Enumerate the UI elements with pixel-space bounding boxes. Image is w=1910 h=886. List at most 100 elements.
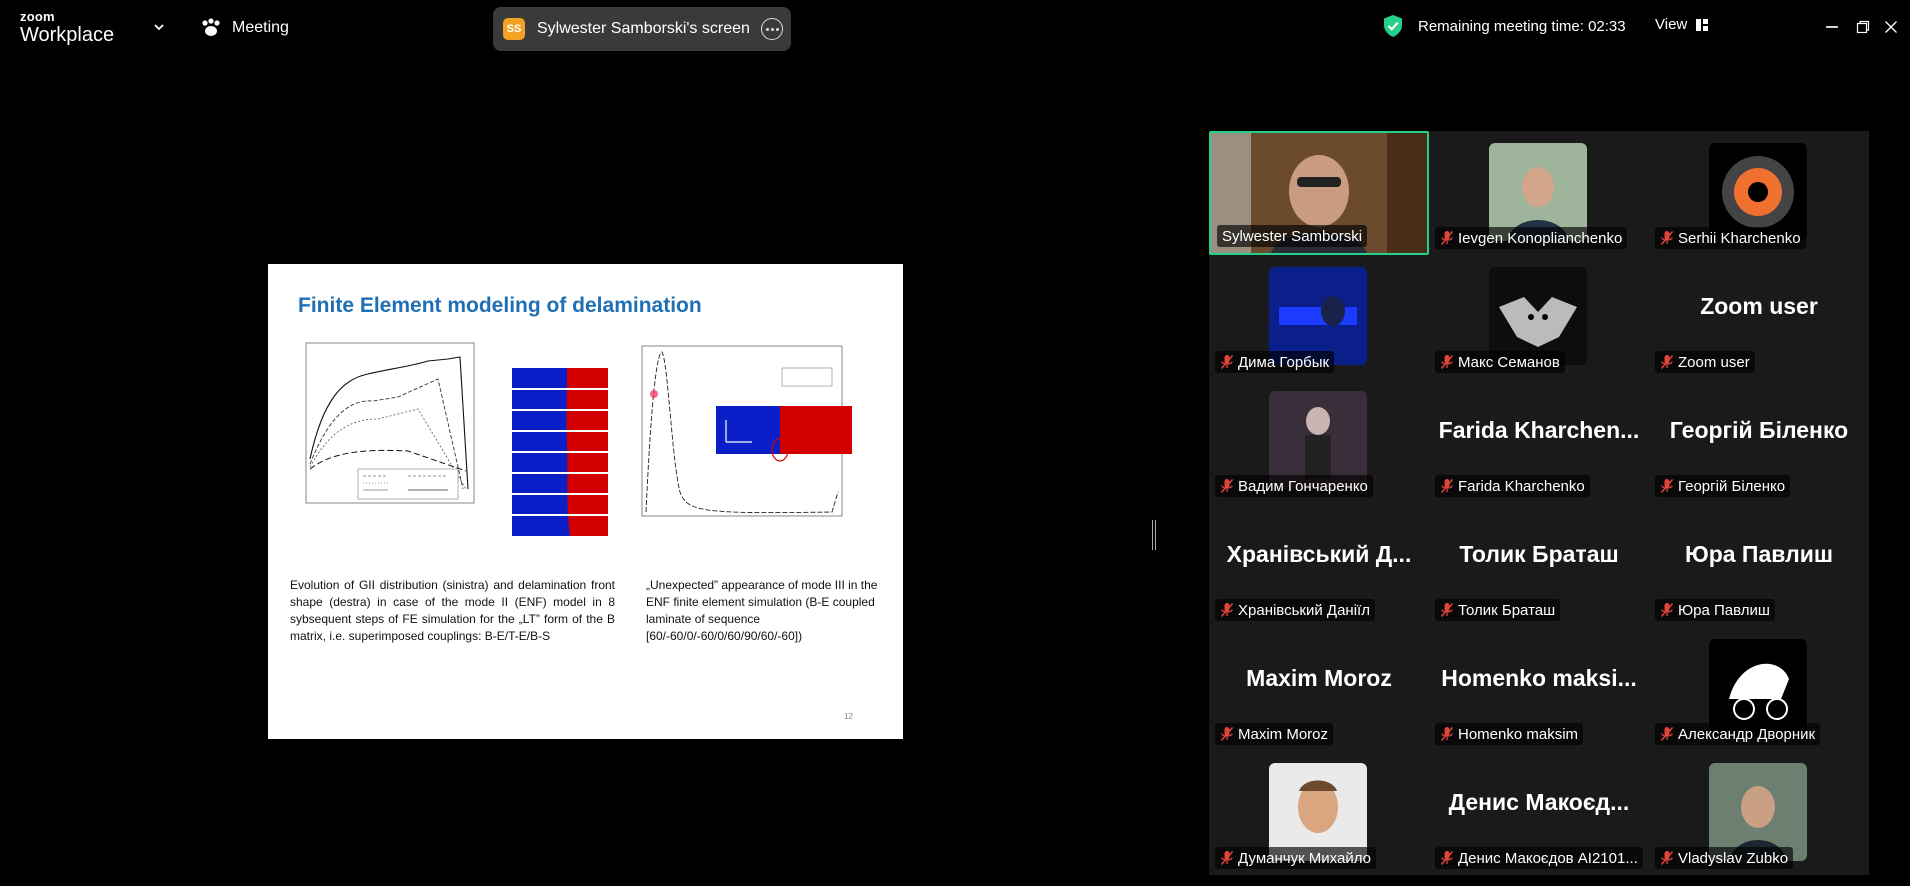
participant-tile[interactable]: Sylwester Samborski bbox=[1209, 131, 1429, 255]
mic-muted-icon bbox=[1220, 355, 1234, 369]
mic-muted-icon bbox=[1660, 603, 1674, 617]
participant-tile[interactable]: Vladyslav Zubko bbox=[1649, 751, 1869, 875]
sharer-avatar: SS bbox=[503, 18, 525, 40]
participant-tile[interactable]: Homenko maksi... Homenko maksim bbox=[1429, 627, 1649, 751]
mic-muted-icon bbox=[1660, 355, 1674, 369]
participant-name: Ievgen Konoplianchenko bbox=[1458, 229, 1623, 247]
participant-display-name: Zoom user bbox=[1700, 293, 1818, 319]
participant-name-label: Homenko maksim bbox=[1435, 723, 1584, 745]
participant-tile[interactable]: Макс Семанов bbox=[1429, 255, 1649, 379]
participant-name-label: Юра Павлиш bbox=[1655, 599, 1775, 621]
mic-muted-icon bbox=[1220, 603, 1234, 617]
participant-name: Farida Kharchenko bbox=[1458, 477, 1585, 495]
participant-display-name: Денис Макоєд... bbox=[1448, 789, 1630, 815]
window-minimize-hit-50[interactable] bbox=[1819, 14, 1845, 40]
participant-name-label: Zoom user bbox=[1655, 351, 1755, 373]
participant-gallery: Sylwester Samborski Ievgen Konoplianchenk… bbox=[1209, 131, 1869, 875]
more-icon[interactable] bbox=[761, 18, 783, 40]
participant-tile[interactable]: Farida Kharchen... Farida Kharchenko bbox=[1429, 379, 1649, 503]
participant-tile[interactable]: Вадим Гончаренко bbox=[1209, 379, 1429, 503]
mic-muted-icon bbox=[1440, 603, 1454, 617]
grid-icon bbox=[1696, 18, 1709, 31]
slide-page-number: 12 bbox=[844, 712, 853, 721]
participant-tile[interactable]: Zoom user Zoom user bbox=[1649, 255, 1869, 379]
mode-iii-plot bbox=[641, 345, 852, 517]
participant-name: Вадим Гончаренко bbox=[1238, 477, 1368, 495]
paw-icon bbox=[202, 18, 220, 36]
participant-tile[interactable]: Serhii Kharchenko bbox=[1649, 131, 1869, 255]
mic-muted-icon bbox=[1220, 479, 1234, 493]
participant-name-label: Serhii Kharchenko bbox=[1655, 227, 1806, 249]
mic-muted-icon bbox=[1440, 851, 1454, 865]
view-button[interactable]: View bbox=[1655, 16, 1709, 33]
screen-share-indicator[interactable]: SS Sylwester Samborski's screen bbox=[493, 7, 791, 51]
participant-name-label: Дима Горбык bbox=[1215, 351, 1335, 373]
participant-name-label: Денис Макоєдов АІ2101... bbox=[1435, 847, 1643, 869]
meeting-menu-button[interactable]: Meeting bbox=[200, 15, 289, 41]
participant-name: Sylwester Samborski bbox=[1222, 227, 1363, 245]
participant-name-label: Maxim Moroz bbox=[1215, 723, 1334, 745]
participant-name-label: Sylwester Samborski bbox=[1217, 225, 1368, 247]
gii-distribution-plot bbox=[305, 342, 475, 504]
meeting-label: Meeting bbox=[232, 19, 289, 36]
mic-muted-icon bbox=[1220, 727, 1234, 741]
participant-tile[interactable]: Толик Браташ Толик Браташ bbox=[1429, 503, 1649, 627]
participant-name: Макс Семанов bbox=[1458, 353, 1560, 371]
chevron-down-icon[interactable] bbox=[152, 20, 166, 34]
participant-tile[interactable]: Георгій Біленко Георгій Біленко bbox=[1649, 379, 1869, 503]
participant-name: Zoom user bbox=[1678, 353, 1750, 371]
participant-display-name: Толик Браташ bbox=[1459, 541, 1619, 567]
delamination-front-plot bbox=[512, 368, 608, 536]
participant-name: Толик Браташ bbox=[1458, 601, 1556, 619]
share-title: Sylwester Samborski's screen bbox=[537, 20, 750, 37]
participant-tile[interactable]: Денис Макоєд... Денис Макоєдов АІ2101... bbox=[1429, 751, 1649, 875]
shield-check-icon bbox=[1384, 15, 1402, 37]
participant-tile[interactable]: Дима Горбык bbox=[1209, 255, 1429, 379]
participant-name-label: Хранівський Даніїл bbox=[1215, 599, 1375, 621]
participant-name: Думанчук Михайло bbox=[1238, 849, 1371, 867]
participant-name-label: Ievgen Konoplianchenko bbox=[1435, 227, 1628, 249]
participant-name: Vladyslav Zubko bbox=[1678, 849, 1789, 867]
participant-name: Homenko maksim bbox=[1458, 725, 1579, 743]
participant-display-name: Homenko maksi... bbox=[1441, 665, 1637, 691]
panel-resize-handle[interactable] bbox=[1152, 520, 1156, 550]
restore-icon bbox=[1856, 20, 1870, 34]
window-restore-button[interactable] bbox=[1850, 14, 1876, 40]
participant-name-label: Толик Браташ bbox=[1435, 599, 1561, 621]
mic-muted-icon bbox=[1440, 479, 1454, 493]
remaining-time: Remaining meeting time: 02:33 bbox=[1418, 17, 1626, 35]
caption-left: Evolution of GII distribution (sinistra)… bbox=[290, 578, 615, 643]
participant-name: Дима Горбык bbox=[1238, 353, 1330, 371]
slide-title: Finite Element modeling of delamination bbox=[298, 294, 702, 317]
participant-name: Maxim Moroz bbox=[1238, 725, 1329, 743]
participant-display-name: Maxim Moroz bbox=[1246, 665, 1392, 691]
participant-tile[interactable]: Хранівський Д... Хранівський Даніїл bbox=[1209, 503, 1429, 627]
participant-tile[interactable]: Александр Дворник bbox=[1649, 627, 1869, 751]
mic-muted-icon bbox=[1220, 851, 1234, 865]
zoom-logo: zoom Workplace bbox=[20, 10, 114, 45]
logo-line2: Workplace bbox=[20, 24, 115, 46]
participant-name: Юра Павлиш bbox=[1678, 601, 1770, 619]
participant-name: Serhii Kharchenko bbox=[1678, 229, 1801, 247]
window-close-button[interactable] bbox=[1878, 14, 1904, 40]
participant-tile[interactable]: Maxim Moroz Maxim Moroz bbox=[1209, 627, 1429, 751]
top-bar: zoom Workplace Meeting SS Sylwester Samb… bbox=[0, 0, 1910, 54]
participant-name: Денис Макоєдов АІ2101... bbox=[1458, 849, 1638, 867]
participant-name-label: Vladyslav Zubko bbox=[1655, 847, 1794, 869]
shared-screen: Finite Element modeling of delamination bbox=[8, 264, 1146, 739]
mic-muted-icon bbox=[1660, 727, 1674, 741]
participant-name-label: Вадим Гончаренко bbox=[1215, 475, 1373, 497]
participant-name-label: Думанчук Михайло bbox=[1215, 847, 1376, 869]
participant-display-name: Юра Павлиш bbox=[1684, 541, 1834, 567]
close-icon bbox=[1885, 21, 1897, 33]
participant-tile[interactable]: Думанчук Михайло bbox=[1209, 751, 1429, 875]
participant-name: Хранівський Даніїл bbox=[1238, 601, 1370, 619]
participant-name: Александр Дворник bbox=[1678, 725, 1816, 743]
participant-name-label: Георгій Біленко bbox=[1655, 475, 1791, 497]
logo-line1: zoom bbox=[20, 9, 55, 24]
participant-tile[interactable]: Юра Павлиш Юра Павлиш bbox=[1649, 503, 1869, 627]
view-label: View bbox=[1655, 16, 1688, 33]
participant-display-name: Георгій Біленко bbox=[1669, 417, 1849, 443]
participant-tile[interactable]: Ievgen Konoplianchenko bbox=[1429, 131, 1649, 255]
mic-muted-icon bbox=[1660, 231, 1674, 245]
